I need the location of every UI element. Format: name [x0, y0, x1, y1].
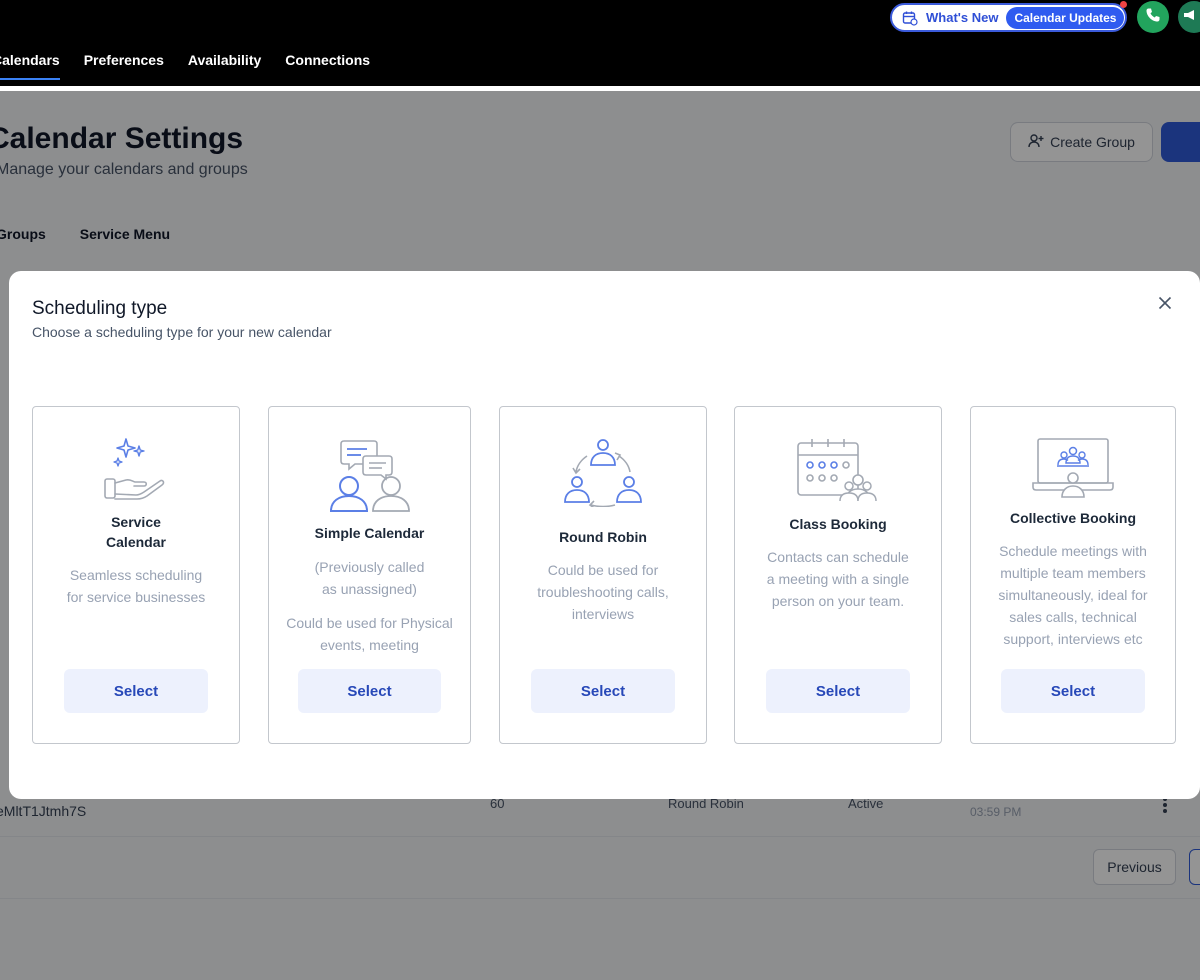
card-note-line1: (Previously called [314, 559, 425, 575]
card-title-line1: Service [111, 514, 161, 530]
card-round-robin: Round Robin Could be used for troublesho… [499, 406, 707, 744]
nav-tab-availability[interactable]: Availability [188, 52, 261, 80]
card-title-line2: Calendar [106, 534, 166, 550]
card-collective-booking: Collective Booking Schedule meetings wit… [970, 406, 1176, 744]
card-title: Service Calendar [33, 512, 239, 552]
card-desc-line2: troubleshooting calls, [537, 584, 669, 600]
card-title: Class Booking [789, 516, 887, 532]
calendar-refresh-icon [900, 8, 920, 28]
scheduling-type-modal: Scheduling type Choose a scheduling type… [9, 271, 1200, 799]
select-class-booking-button[interactable]: Select [766, 669, 910, 713]
phone-icon [1145, 7, 1161, 28]
close-button[interactable] [1155, 295, 1175, 315]
card-desc-line3: person on your team. [771, 593, 905, 609]
select-round-robin-button[interactable]: Select [531, 669, 675, 713]
nav-tab-preferences[interactable]: Preferences [84, 52, 164, 80]
top-nav: Calendars Preferences Availability Conne… [0, 52, 394, 80]
select-simple-calendar-button[interactable]: Select [298, 669, 441, 713]
phone-button[interactable] [1137, 1, 1169, 33]
laptop-meeting-icon [1032, 437, 1114, 504]
notification-dot [1120, 1, 1127, 8]
whats-new-button[interactable]: What's New Calendar Updates [890, 3, 1127, 32]
calendar-updates-pill[interactable]: Calendar Updates [1006, 6, 1125, 29]
card-desc-line5: support, interviews etc [1003, 631, 1143, 647]
card-desc-line2: a meeting with a single [766, 571, 910, 587]
card-desc-line3: simultaneously, ideal for [998, 587, 1148, 603]
megaphone-icon [1183, 8, 1197, 27]
card-desc-line2: events, meeting [320, 637, 419, 653]
select-service-calendar-button[interactable]: Select [64, 669, 208, 713]
nav-tab-calendars[interactable]: Calendars [0, 52, 60, 80]
card-simple-calendar: Simple Calendar (Previously called as un… [268, 406, 471, 744]
card-description: Could be used for troubleshooting calls,… [500, 559, 706, 625]
card-service-calendar: Service Calendar Seamless scheduling for… [32, 406, 240, 744]
card-title: Collective Booking [1009, 510, 1137, 526]
card-desc-line4: sales calls, technical [1009, 609, 1137, 625]
select-collective-booking-button[interactable]: Select [1001, 669, 1145, 713]
modal-title: Scheduling type [32, 298, 168, 319]
card-desc-line2: for service businesses [66, 589, 206, 605]
card-desc-line2: multiple team members [1000, 565, 1146, 581]
card-description: Contacts can schedule a meeting with a s… [735, 546, 941, 612]
card-note: (Previously called as unassigned) [269, 556, 470, 600]
close-icon [1158, 296, 1172, 315]
card-description: Could be used for Physical events, meeti… [269, 612, 470, 656]
card-desc-line1: Contacts can schedule [767, 549, 909, 565]
card-description: Seamless scheduling for service business… [33, 564, 239, 608]
card-desc-line1: Could be used for [547, 562, 659, 578]
people-chat-icon [329, 439, 411, 518]
modal-subtitle: Choose a scheduling type for your new ca… [32, 324, 332, 340]
card-desc-line1: Could be used for Physical [286, 615, 453, 631]
card-title: Round Robin [559, 529, 647, 545]
card-description: Schedule meetings with multiple team mem… [971, 540, 1175, 650]
card-desc-line1: Seamless scheduling [69, 567, 203, 583]
card-note-line2: as unassigned) [322, 581, 417, 597]
whats-new-label: What's New [926, 10, 999, 25]
card-desc-line3: interviews [571, 606, 635, 622]
calendar-group-icon [796, 437, 880, 508]
card-desc-line1: Schedule meetings with [999, 543, 1147, 559]
hand-sparkles-icon [104, 435, 168, 508]
round-robin-people-icon [561, 437, 645, 512]
nav-tab-connections[interactable]: Connections [285, 52, 370, 80]
card-title: Simple Calendar [314, 525, 425, 541]
card-class-booking: Class Booking Contacts can schedule a me… [734, 406, 942, 744]
